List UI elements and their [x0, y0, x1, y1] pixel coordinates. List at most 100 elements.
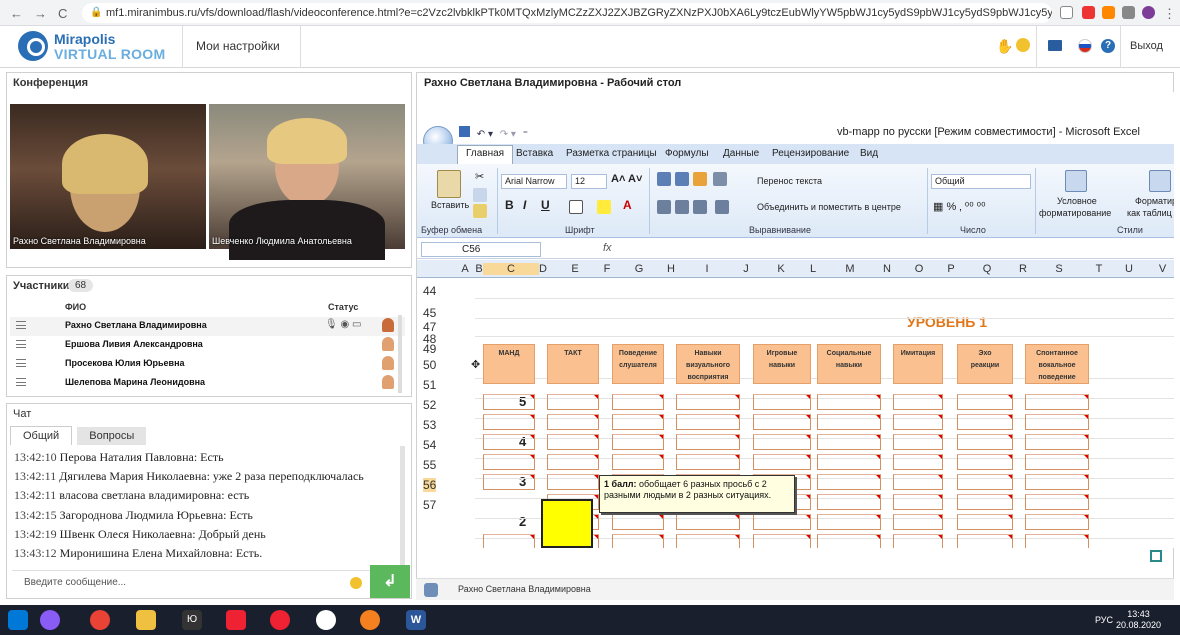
copy-icon[interactable] — [473, 188, 487, 202]
score-cell[interactable] — [1025, 454, 1089, 470]
column-header[interactable]: I — [675, 263, 739, 275]
row-header[interactable]: 51 — [423, 378, 436, 392]
score-cell[interactable] — [483, 414, 535, 430]
emoji-icon[interactable] — [350, 577, 362, 589]
format-table-label-2[interactable]: как таблиц — [1127, 208, 1172, 218]
participant-row[interactable]: Рахно Светлана Владимировна 🎙 ◉ ▭ — [10, 317, 405, 336]
number-format-icons[interactable]: ▦ % ‚ ⁰⁰ ⁰⁰ — [933, 200, 985, 213]
excel-window[interactable]: vb-mapp по русски [Режим совместимости] … — [417, 92, 1174, 548]
alice-icon[interactable] — [40, 610, 60, 630]
column-header[interactable]: E — [547, 263, 603, 275]
score-cell[interactable] — [612, 454, 664, 470]
score-cell[interactable] — [1025, 534, 1089, 548]
name-box[interactable]: C56 — [421, 242, 541, 257]
column-header[interactable]: N — [883, 263, 891, 275]
bold-icon[interactable]: B — [505, 198, 514, 212]
align-left-icon[interactable] — [657, 200, 671, 214]
qat-menu-icon[interactable]: ⁼ — [523, 129, 528, 140]
column-header[interactable]: V — [1151, 263, 1174, 275]
menu-icon[interactable]: ⋮ — [1163, 6, 1176, 22]
column-header[interactable]: K — [753, 263, 809, 275]
cond-format-label-2[interactable]: форматирование — [1039, 208, 1111, 218]
participant-row[interactable]: Просекова Юлия Юрьевна — [10, 355, 405, 374]
orientation-icon[interactable] — [713, 172, 727, 186]
score-cell[interactable] — [676, 454, 740, 470]
participant-row[interactable]: Шелепова Марина Леонидовна — [10, 374, 405, 393]
score-cell[interactable] — [893, 534, 943, 548]
fullscreen-icon[interactable] — [1150, 550, 1162, 562]
back-icon[interactable]: ← — [10, 6, 23, 21]
column-header[interactable]: T — [1091, 263, 1107, 275]
language-flag-icon[interactable] — [1078, 39, 1092, 53]
align-middle-icon[interactable] — [675, 172, 689, 186]
ribbon-tab-data[interactable]: Данные — [723, 148, 759, 159]
row-header[interactable]: 50 — [423, 358, 436, 372]
column-header[interactable]: J — [739, 263, 753, 275]
video-tile[interactable]: Рахно Светлана Владимировна — [10, 104, 206, 249]
send-button[interactable]: ↲ — [370, 565, 410, 598]
align-top-icon[interactable] — [657, 172, 671, 186]
sheet-grid[interactable]: УРОВЕНЬ 1 ✥ 5 4 3 2 МАНД ТАКТ Поведение слу… — [471, 278, 1174, 548]
fx-icon[interactable]: fx — [603, 242, 612, 254]
row-header[interactable]: 54 — [423, 438, 436, 452]
score-cell[interactable] — [676, 434, 740, 450]
ribbon-tab-home[interactable]: Главная — [457, 145, 514, 164]
score-cell[interactable] — [893, 394, 943, 410]
forward-icon[interactable]: → — [34, 6, 47, 21]
score-cell[interactable] — [817, 454, 881, 470]
score-cell[interactable] — [817, 514, 881, 530]
word-icon[interactable]: W — [406, 610, 426, 630]
participant-row[interactable]: Ершова Ливия Александровна — [10, 336, 405, 355]
font-name-select[interactable]: Arial Narrow — [501, 174, 567, 189]
align-bottom-icon[interactable] — [693, 172, 707, 186]
chrome-icon[interactable] — [90, 610, 110, 630]
underline-icon[interactable]: U — [541, 198, 550, 212]
score-cell[interactable] — [817, 494, 881, 510]
score-cell[interactable] — [1025, 474, 1089, 490]
score-cell[interactable] — [893, 494, 943, 510]
score-cell[interactable] — [547, 454, 599, 470]
score-cell[interactable] — [893, 474, 943, 490]
extension-icon[interactable] — [1060, 6, 1073, 19]
fill-color-icon[interactable] — [597, 200, 611, 214]
opera-icon[interactable] — [270, 610, 290, 630]
drag-handle-icon[interactable] — [16, 321, 26, 329]
column-header[interactable]: C — [483, 263, 539, 275]
font-color-icon[interactable]: A — [623, 198, 632, 212]
column-header[interactable]: G — [611, 263, 667, 275]
puzzle-icon[interactable] — [1122, 6, 1135, 19]
column-header[interactable]: D — [539, 263, 547, 275]
font-size-select[interactable]: 12 — [571, 174, 607, 189]
column-header[interactable]: F — [603, 263, 611, 275]
score-cell[interactable] — [547, 434, 599, 450]
score-cell[interactable] — [612, 414, 664, 430]
help-icon[interactable]: ? — [1101, 39, 1115, 53]
score-cell[interactable] — [483, 534, 535, 548]
paste-icon[interactable] — [437, 170, 461, 198]
folder-icon[interactable] — [1048, 40, 1062, 51]
indent-icon[interactable] — [715, 200, 729, 214]
ribbon-tab-review[interactable]: Рецензирование — [772, 148, 849, 159]
save-icon[interactable] — [459, 126, 470, 137]
score-cell[interactable] — [753, 514, 811, 530]
score-cell[interactable] — [753, 454, 811, 470]
score-cell[interactable] — [817, 394, 881, 410]
format-table-label-1[interactable]: Форматиров — [1135, 196, 1174, 206]
score-cell[interactable] — [612, 514, 664, 530]
score-cell[interactable] — [1025, 514, 1089, 530]
emotion-icon[interactable] — [1016, 38, 1030, 52]
column-header[interactable]: B — [475, 263, 483, 275]
score-cell[interactable] — [753, 434, 811, 450]
score-cell[interactable] — [483, 474, 535, 490]
paste-label[interactable]: Вставить — [431, 200, 469, 210]
video-tile[interactable]: Шевченко Людмила Анатольевна — [209, 104, 405, 260]
column-header[interactable]: R — [1019, 263, 1027, 275]
wrap-text-button[interactable]: Перенос текста — [757, 176, 822, 186]
yandex-ext-icon[interactable] — [1082, 6, 1095, 19]
score-cell[interactable] — [753, 534, 811, 548]
row-header[interactable]: 57 — [423, 498, 436, 512]
row-header[interactable]: 45 — [423, 306, 436, 320]
drag-handle-icon[interactable] — [16, 359, 26, 367]
row-header[interactable]: 53 — [423, 418, 436, 432]
undo-icon[interactable]: ↶ ▾ — [477, 129, 493, 140]
